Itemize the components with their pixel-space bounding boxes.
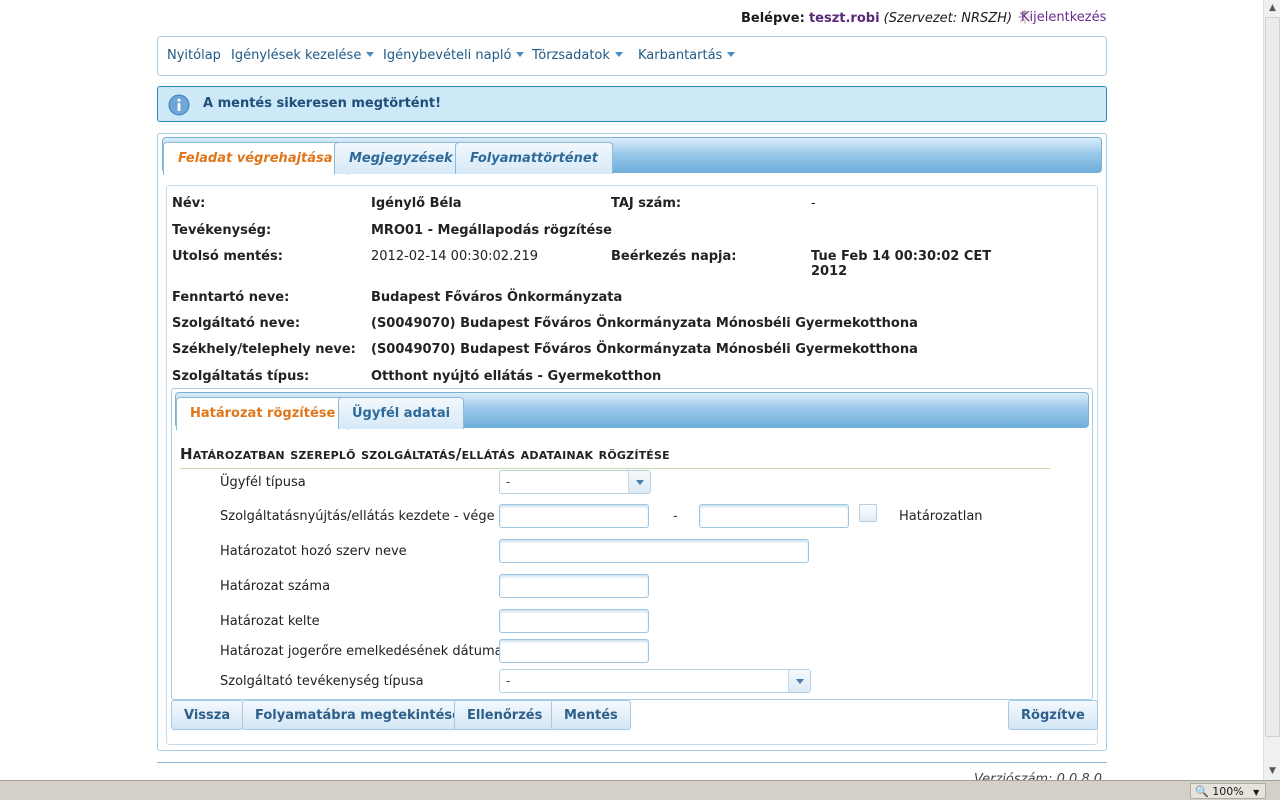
arrival-value-line2: 2012 [811, 264, 848, 279]
decision-date-input[interactable] [499, 609, 649, 633]
tab-process-history[interactable]: Folyamattörténet [455, 142, 613, 174]
start-date-input[interactable] [499, 504, 649, 528]
maintainer-value: Budapest Főváros Önkormányzata [371, 290, 623, 305]
scrollbar-thumb[interactable] [1265, 17, 1280, 737]
client-type-label: Ügyfél típusa [220, 475, 306, 490]
logout-link[interactable]: Kijelentkezés [1021, 10, 1106, 25]
last-save-label: Utolsó mentés: [172, 249, 283, 264]
tab-client-data[interactable]: Ügyfél adatai [338, 397, 465, 429]
arrival-label: Beérkezés napja: [611, 249, 737, 264]
vertical-scrollbar[interactable]: ▲ ▼ [1263, 0, 1280, 780]
arrival-value-line1: Tue Feb 14 00:30:02 CET [811, 249, 992, 264]
success-message: A mentés sikeresen megtörtént! [157, 86, 1107, 122]
service-type-value: Otthont nyújtó ellátás - Gyermekotthon [371, 369, 662, 384]
browser-status-bar: 🔍 100% ▼ [0, 780, 1280, 800]
issuer-label: Határozatot hozó szerv neve [220, 544, 407, 559]
footer-divider [157, 762, 1107, 763]
info-icon [168, 94, 190, 116]
scroll-down-icon[interactable]: ▼ [1264, 763, 1280, 780]
activity-label: Tevékenység: [172, 223, 272, 238]
save-button[interactable]: Mentés [551, 700, 631, 730]
nav-usage-log-label: Igénybevételi napló [383, 48, 512, 63]
nav-requests-label: Igénylések kezelése [231, 48, 362, 63]
final-date-label: Határozat jogerőre emelkedésének dátuma [220, 644, 503, 659]
nav-master-data-label: Törzsadatok [532, 48, 610, 63]
caret-down-icon [614, 52, 623, 57]
name-label: Név: [172, 196, 206, 211]
chevron-down-icon: ▼ [1253, 788, 1260, 797]
sub-tabs: Határozat rögzítése Ügyfél adatai [175, 392, 1089, 430]
nav-maintenance[interactable]: Karbantartás [638, 48, 736, 63]
caret-down-icon [366, 52, 375, 57]
tab-task-execution[interactable]: Feladat végrehajtása [163, 142, 348, 175]
zoom-level: 100% [1212, 785, 1244, 798]
tab-notes[interactable]: Megjegyzések [334, 142, 468, 174]
nav-home[interactable]: Nyitólap [167, 48, 221, 63]
final-date-input[interactable] [499, 639, 649, 663]
nav-requests[interactable]: Igénylések kezelése [231, 48, 375, 63]
view-flowchart-button[interactable]: Folyamatábra megtekintése [242, 700, 474, 730]
last-save-value: 2012-02-14 00:30:02.219 [371, 249, 539, 264]
scroll-up-icon[interactable]: ▲ [1264, 0, 1280, 17]
caret-down-icon [727, 52, 736, 57]
username: teszt.robi [808, 11, 880, 26]
decision-panel: Határozat rögzítése Ügyfél adatai Határo… [171, 388, 1093, 700]
activity-type-label: Szolgáltató tevékenység típusa [220, 674, 424, 689]
client-type-value: - [506, 475, 511, 489]
tab-decision-recording[interactable]: Határozat rögzítése [176, 397, 350, 430]
task-details: Név: Igénylő Béla TAJ szám: - Tevékenysé… [166, 185, 1098, 745]
end-date-input[interactable] [699, 504, 849, 528]
nav-usage-log[interactable]: Igénybevételi napló [383, 48, 525, 63]
organization-label: (Szervezet: NRSZH) [883, 11, 1013, 26]
maintainer-label: Fenntartó neve: [172, 290, 290, 305]
task-panel: Feladat végrehajtása Megjegyzések Folyam… [157, 133, 1107, 751]
chevron-down-icon[interactable] [628, 471, 650, 493]
issuer-input[interactable] [499, 539, 809, 563]
indefinite-label: Határozatlan [899, 509, 983, 524]
success-message-text: A mentés sikeresen megtörtént! [203, 96, 442, 111]
user-info: Belépve: teszt.robi (Szervezet: NRSZH) [741, 10, 1032, 26]
service-type-label: Szolgáltatás típus: [172, 369, 310, 384]
period-label: Szolgáltatásnyújtás/ellátás kezdete - vé… [220, 509, 495, 524]
site-value: (S0049070) Budapest Főváros Önkormányzat… [371, 342, 918, 357]
main-tabs: Feladat végrehajtása Megjegyzések Folyam… [162, 137, 1102, 175]
section-title: Határozatban szereplő szolgáltatás/ellát… [180, 445, 1050, 469]
activity-value: MRO01 - Megállapodás rögzítése [371, 223, 612, 238]
chevron-down-icon[interactable] [788, 670, 810, 692]
zoom-icon: 🔍 [1195, 785, 1209, 798]
taj-value: - [811, 196, 816, 211]
main-navigation: Nyitólap Igénylések kezelése Igénybevéte… [157, 36, 1107, 76]
activity-type-select[interactable]: - [499, 669, 811, 693]
indefinite-checkbox[interactable] [859, 504, 877, 522]
decision-number-input[interactable] [499, 574, 649, 598]
period-separator: - [673, 509, 678, 524]
activity-type-value: - [506, 674, 511, 688]
provider-value: (S0049070) Budapest Főváros Önkormányzat… [371, 316, 918, 331]
decision-number-label: Határozat száma [220, 579, 331, 594]
check-button[interactable]: Ellenőrzés [454, 700, 556, 730]
client-type-select[interactable]: - [499, 470, 651, 494]
nav-maintenance-label: Karbantartás [638, 48, 723, 63]
taj-label: TAJ szám: [611, 196, 682, 211]
record-button[interactable]: Rögzítve [1008, 700, 1098, 730]
provider-label: Szolgáltató neve: [172, 316, 301, 331]
nav-master-data[interactable]: Törzsadatok [532, 48, 623, 63]
logged-in-label: Belépve: [741, 11, 805, 26]
zoom-control[interactable]: 🔍 100% ▼ [1190, 783, 1266, 799]
decision-date-label: Határozat kelte [220, 614, 320, 629]
back-button[interactable]: Vissza [171, 700, 244, 730]
caret-down-icon [516, 52, 525, 57]
site-label: Székhely/telephely neve: [172, 342, 356, 357]
name-value: Igénylő Béla [371, 196, 462, 211]
